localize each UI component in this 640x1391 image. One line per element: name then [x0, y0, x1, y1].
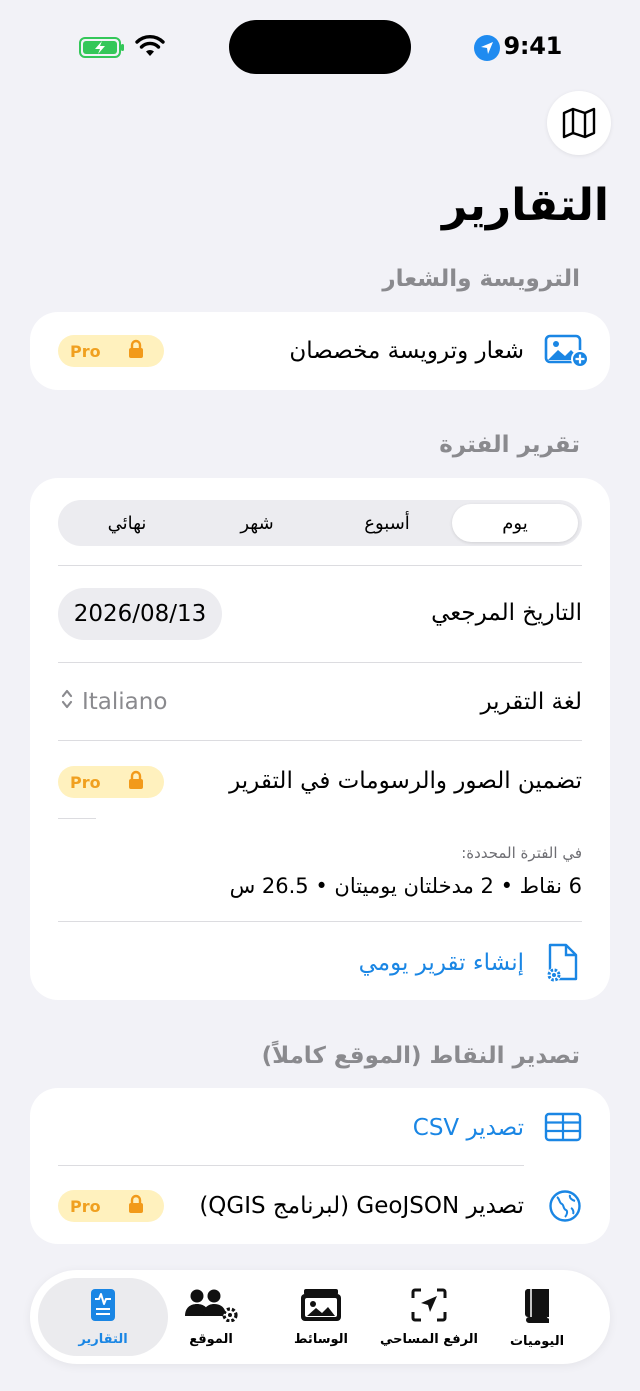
divider — [58, 1165, 524, 1166]
add-image-icon — [544, 333, 590, 371]
divider — [58, 740, 582, 741]
section-header-export: تصدير النقاط (الموقع كاملاً) — [261, 1043, 580, 1069]
lock-icon — [128, 1194, 144, 1218]
media-photos-icon — [298, 1288, 344, 1326]
tab-survey[interactable]: الرفع المساحي — [374, 1278, 484, 1356]
location-arrow-icon — [474, 35, 500, 61]
wifi-icon — [134, 34, 166, 62]
tab-reports[interactable]: التقارير — [38, 1278, 168, 1356]
pro-label: Pro — [70, 341, 101, 361]
summary-caption: في الفترة المحددة: — [461, 844, 582, 862]
summary-text: 6 نقاط • 2 مدخلتان يوميتان • 26.5 س — [229, 874, 582, 898]
tab-site-label: الموقع — [189, 1332, 233, 1347]
segment-final[interactable]: نهائي — [64, 504, 190, 542]
reference-date-picker[interactable]: 2026/08/13 — [58, 588, 222, 640]
journal-book-icon — [522, 1288, 552, 1328]
status-time: 9:41 — [503, 32, 563, 60]
battery-icon — [79, 37, 125, 58]
tab-survey-label: الرفع المساحي — [379, 1332, 479, 1347]
section-header-letterhead: الترويسة والشعار — [382, 266, 580, 292]
table-icon — [544, 1112, 582, 1146]
pro-badge: Pro — [58, 1190, 164, 1222]
language-value: Italiano — [82, 689, 168, 715]
tab-site[interactable]: الموقع — [156, 1278, 266, 1356]
export-card: تصدير CSV تصدير GeoJSON (لبرنامج QGIS) P… — [30, 1088, 610, 1244]
export-csv-button[interactable]: تصدير CSV — [413, 1115, 524, 1141]
pro-label: Pro — [70, 772, 101, 792]
reports-icon — [90, 1288, 116, 1326]
report-language-label: لغة التقرير — [480, 689, 582, 715]
create-daily-report-button[interactable]: إنشاء تقرير يومي — [359, 950, 524, 976]
tab-reports-label: التقارير — [78, 1332, 128, 1347]
pro-label: Pro — [70, 1196, 101, 1216]
tab-journal[interactable]: اليوميات — [482, 1278, 592, 1356]
globe-icon — [548, 1189, 582, 1227]
divider — [58, 662, 582, 663]
document-settings-icon — [544, 943, 580, 987]
segment-week[interactable]: أسبوع — [324, 504, 450, 542]
reference-date-label: التاريخ المرجعي — [431, 600, 582, 626]
segment-day[interactable]: يوم — [452, 504, 578, 542]
dynamic-island — [229, 20, 411, 74]
tab-media[interactable]: الوسائط — [266, 1278, 376, 1356]
divider — [58, 565, 582, 566]
segment-month[interactable]: شهر — [194, 504, 320, 542]
map-button[interactable] — [547, 91, 611, 155]
language-picker[interactable]: Italiano — [60, 688, 167, 716]
letterhead-card: شعار وترويسة مخصصان Pro — [30, 312, 610, 390]
tab-journal-label: اليوميات — [509, 1334, 565, 1349]
pro-badge: Pro — [58, 766, 164, 798]
divider — [58, 818, 96, 819]
period-report-card: يوم أسبوع شهر نهائي التاريخ المرجعي 2026… — [30, 478, 610, 1000]
custom-letterhead-row[interactable]: شعار وترويسة مخصصان — [289, 338, 524, 364]
tab-media-label: الوسائط — [294, 1332, 348, 1347]
map-icon — [562, 107, 596, 139]
export-geojson-row[interactable]: تصدير GeoJSON (لبرنامج QGIS) — [199, 1193, 524, 1219]
tab-bar: التقارير الموقع الوسائط الرفع المساحي ال… — [30, 1270, 610, 1364]
site-people-icon — [183, 1288, 239, 1326]
section-header-period: تقرير الفترة — [439, 432, 580, 458]
lock-icon — [128, 770, 144, 794]
divider — [58, 921, 582, 922]
survey-location-icon — [411, 1288, 447, 1326]
chevron-up-down-icon — [60, 688, 74, 716]
pro-badge: Pro — [58, 335, 164, 367]
period-segmented-control: يوم أسبوع شهر نهائي — [58, 500, 582, 546]
page-title: التقارير — [442, 180, 609, 231]
lock-icon — [128, 339, 144, 363]
include-media-row[interactable]: تضمين الصور والرسومات في التقرير — [229, 768, 582, 794]
